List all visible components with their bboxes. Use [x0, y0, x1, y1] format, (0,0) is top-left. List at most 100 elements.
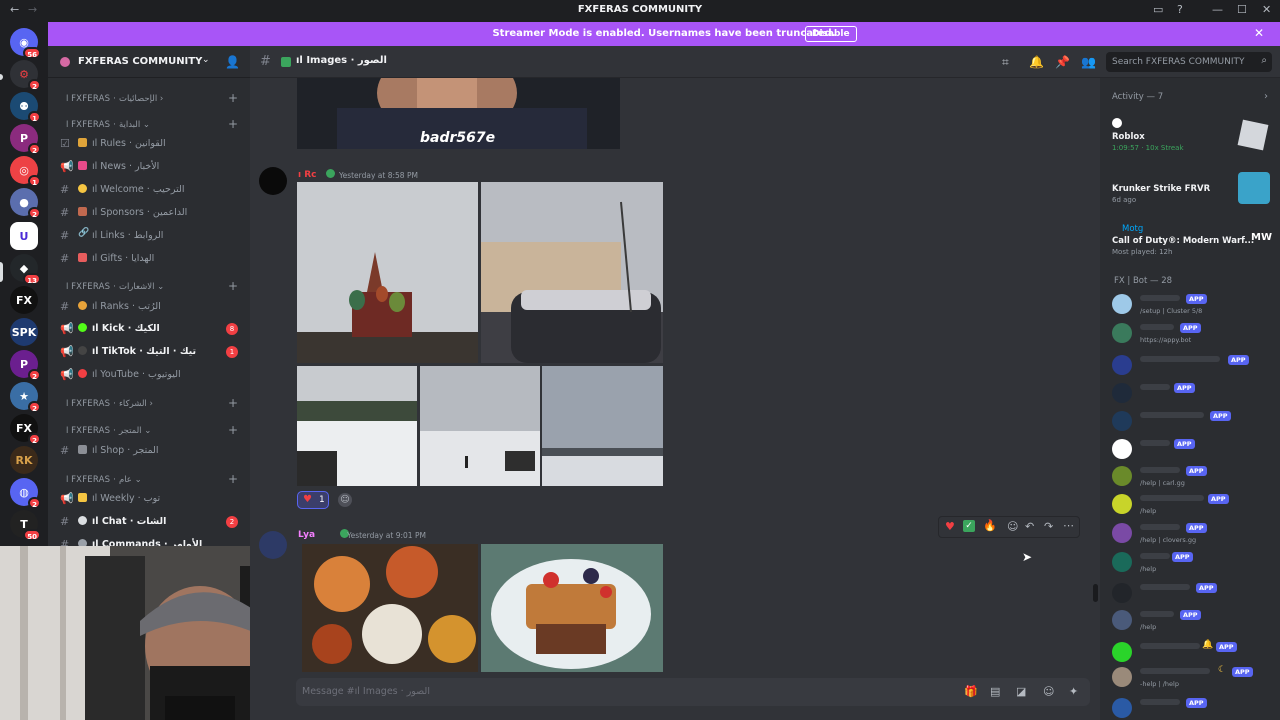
gift-icon[interactable]: 🎁	[964, 685, 978, 698]
server-icon[interactable]: T 50	[10, 510, 41, 541]
server-icon[interactable]: FX 2	[10, 414, 41, 445]
channel-shop[interactable]: # ıl Shop · المتجر	[56, 441, 244, 461]
channel-weekly[interactable]: 📢 ıl Weekly · توب	[56, 489, 244, 509]
category-header[interactable]: ا FXFERAS · الإحصائيات ›	[66, 94, 163, 104]
member-item[interactable]: APP	[1110, 381, 1270, 409]
server-icon[interactable]: ★ 2	[10, 382, 41, 413]
forward-icon[interactable]: ↷	[1044, 520, 1053, 533]
quick-fire-icon[interactable]: 🔥	[983, 519, 997, 532]
member-item[interactable]: APP	[1110, 696, 1270, 720]
add-channel-icon[interactable]: +	[228, 472, 238, 486]
activity-card[interactable]: Roblox 1:09:57 · 10x Streak	[1108, 118, 1272, 158]
add-channel-icon[interactable]: +	[228, 279, 238, 293]
activity-card[interactable]: Krunker Strike FRVR 6d ago	[1108, 172, 1272, 206]
server-icon[interactable]: SPK	[10, 318, 38, 346]
server-header[interactable]: FXFERAS COMMUNITY ⌄ 👤	[48, 46, 250, 78]
avatar[interactable]	[259, 531, 287, 559]
member-item[interactable]: APP	[1110, 437, 1270, 465]
server-icon[interactable]: ◍ 2	[10, 478, 41, 509]
message-image[interactable]	[302, 544, 478, 672]
add-channel-icon[interactable]: +	[228, 396, 238, 410]
category-header[interactable]: ا FXFERAS · الشركاء ›	[66, 399, 153, 409]
message-composer[interactable]: Message #ıl Images · الصور 🎁 ▤ ◪ ☺ ✦	[296, 678, 1090, 706]
close-window-icon[interactable]: ✕	[1262, 3, 1271, 16]
help-icon[interactable]: ?	[1177, 3, 1183, 16]
server-icon[interactable]: ⚙ 2	[10, 60, 41, 91]
member-item[interactable]: APP/setup | Cluster 5/8	[1110, 292, 1270, 320]
channel-kick[interactable]: 📢 ıl Kick · الكيك 8	[56, 319, 244, 339]
bell-icon[interactable]: 🔔	[1029, 55, 1044, 69]
maximize-icon[interactable]: ☐	[1237, 3, 1247, 16]
member-item[interactable]: APP/help	[1110, 608, 1270, 636]
channel-welcome[interactable]: # ıl Welcome · الترحيب	[56, 180, 244, 200]
channel-rules[interactable]: ☑ ıl Rules · القوانين	[56, 134, 244, 154]
inbox-icon[interactable]: ▭	[1153, 3, 1163, 16]
scrollbar-thumb[interactable]	[1093, 584, 1098, 602]
server-icon[interactable]: ◆ 13	[10, 254, 41, 285]
message-image[interactable]	[297, 182, 478, 363]
minimize-icon[interactable]: —	[1212, 3, 1223, 16]
message-image[interactable]: badr567e	[297, 78, 620, 149]
add-channel-icon[interactable]: +	[228, 423, 238, 437]
member-item[interactable]: APP	[1110, 409, 1270, 437]
apps-icon[interactable]: ✦	[1069, 685, 1078, 698]
category-header[interactable]: ا FXFERAS · الاشعارات ⌄	[66, 282, 164, 292]
search-input[interactable]: Search FXFERAS COMMUNITY ⌕	[1106, 52, 1272, 72]
channel-links[interactable]: # 🔗 ıl Links · الروابط	[56, 226, 244, 246]
message-author[interactable]: ı Rc	[298, 170, 316, 180]
members-icon[interactable]: 👥	[1081, 55, 1096, 69]
invite-icon[interactable]: 👤	[225, 55, 240, 69]
server-icon[interactable]: RK	[10, 446, 38, 474]
member-item[interactable]: APP/help	[1110, 492, 1270, 520]
server-icon[interactable]: P2	[10, 124, 41, 155]
home-icon[interactable]: ◉ 56	[10, 28, 41, 59]
add-channel-icon[interactable]: +	[228, 117, 238, 131]
add-channel-icon[interactable]: +	[228, 91, 238, 105]
message-image[interactable]	[297, 366, 417, 486]
quick-heart-icon[interactable]: ♥	[945, 520, 955, 533]
add-reaction-icon[interactable]: ☺	[338, 493, 352, 507]
message-image[interactable]	[542, 366, 663, 486]
gif-icon[interactable]: ▤	[990, 685, 1000, 698]
server-icon[interactable]: FX	[10, 286, 38, 314]
member-item[interactable]: APP	[1110, 581, 1270, 609]
add-reaction-icon[interactable]: ☺	[1007, 520, 1018, 533]
member-item[interactable]: APP	[1110, 353, 1270, 381]
channel-sponsors[interactable]: # ıl Sponsors · الداعمين	[56, 203, 244, 223]
category-header[interactable]: ا FXFERAS · البداية ⌄	[66, 120, 150, 130]
disable-button[interactable]: Disable	[805, 26, 857, 42]
member-item[interactable]: APP/help | clovers.gg	[1110, 521, 1270, 549]
server-icon[interactable]: ⚉ 1	[10, 92, 41, 123]
message-image[interactable]	[481, 544, 663, 672]
channel-news[interactable]: 📢 ıl News · الأخبار	[56, 157, 244, 177]
member-item[interactable]: ☾ APP -help | /help	[1110, 665, 1270, 693]
more-icon[interactable]: ⋯	[1063, 519, 1074, 532]
channel-tiktok[interactable]: 📢 ıl TikTok · تيك · التيك 1	[56, 342, 244, 362]
member-item[interactable]: APP https://appy.bot	[1110, 321, 1270, 349]
server-icon[interactable]: P2	[10, 350, 41, 381]
reaction-heart[interactable]: ♥ 1	[297, 491, 329, 509]
pin-icon[interactable]: 📌	[1055, 55, 1070, 69]
threads-icon[interactable]: ⌗	[1002, 55, 1009, 70]
message-image[interactable]	[420, 366, 540, 486]
sticker-icon[interactable]: ◪	[1016, 685, 1026, 698]
message-author[interactable]: Lya	[298, 530, 315, 540]
category-header[interactable]: ا FXFERAS · عام ⌄	[66, 475, 142, 485]
member-item[interactable]: APP/help | carl.gg	[1110, 464, 1270, 492]
category-header[interactable]: ا FXFERAS · المتجر ⌄	[66, 426, 151, 436]
member-item[interactable]: 🔔 APP	[1110, 640, 1270, 668]
channel-gifts[interactable]: # ıl Gifts · الهدايا	[56, 249, 244, 269]
chevron-right-icon[interactable]: ›	[1264, 91, 1268, 102]
channel-chat[interactable]: # ıl Chat · الشات 2	[56, 512, 244, 532]
activity-card[interactable]: Motg Call of Duty®: Modern Warf... Most …	[1108, 224, 1272, 260]
quick-check-icon[interactable]: ✓	[963, 520, 975, 532]
server-icon[interactable]: U	[10, 222, 38, 250]
reply-icon[interactable]: ↶	[1025, 520, 1034, 533]
emoji-icon[interactable]: ☺	[1043, 685, 1054, 698]
close-icon[interactable]: ✕	[1254, 26, 1264, 40]
server-icon[interactable]: ● 2	[10, 188, 41, 219]
channel-youtube[interactable]: 📢 ıl YouTube · اليوتيوب	[56, 365, 244, 385]
server-icon[interactable]: ◎ 1	[10, 156, 41, 187]
avatar[interactable]	[259, 167, 287, 195]
member-item[interactable]: APP/help	[1110, 550, 1270, 578]
